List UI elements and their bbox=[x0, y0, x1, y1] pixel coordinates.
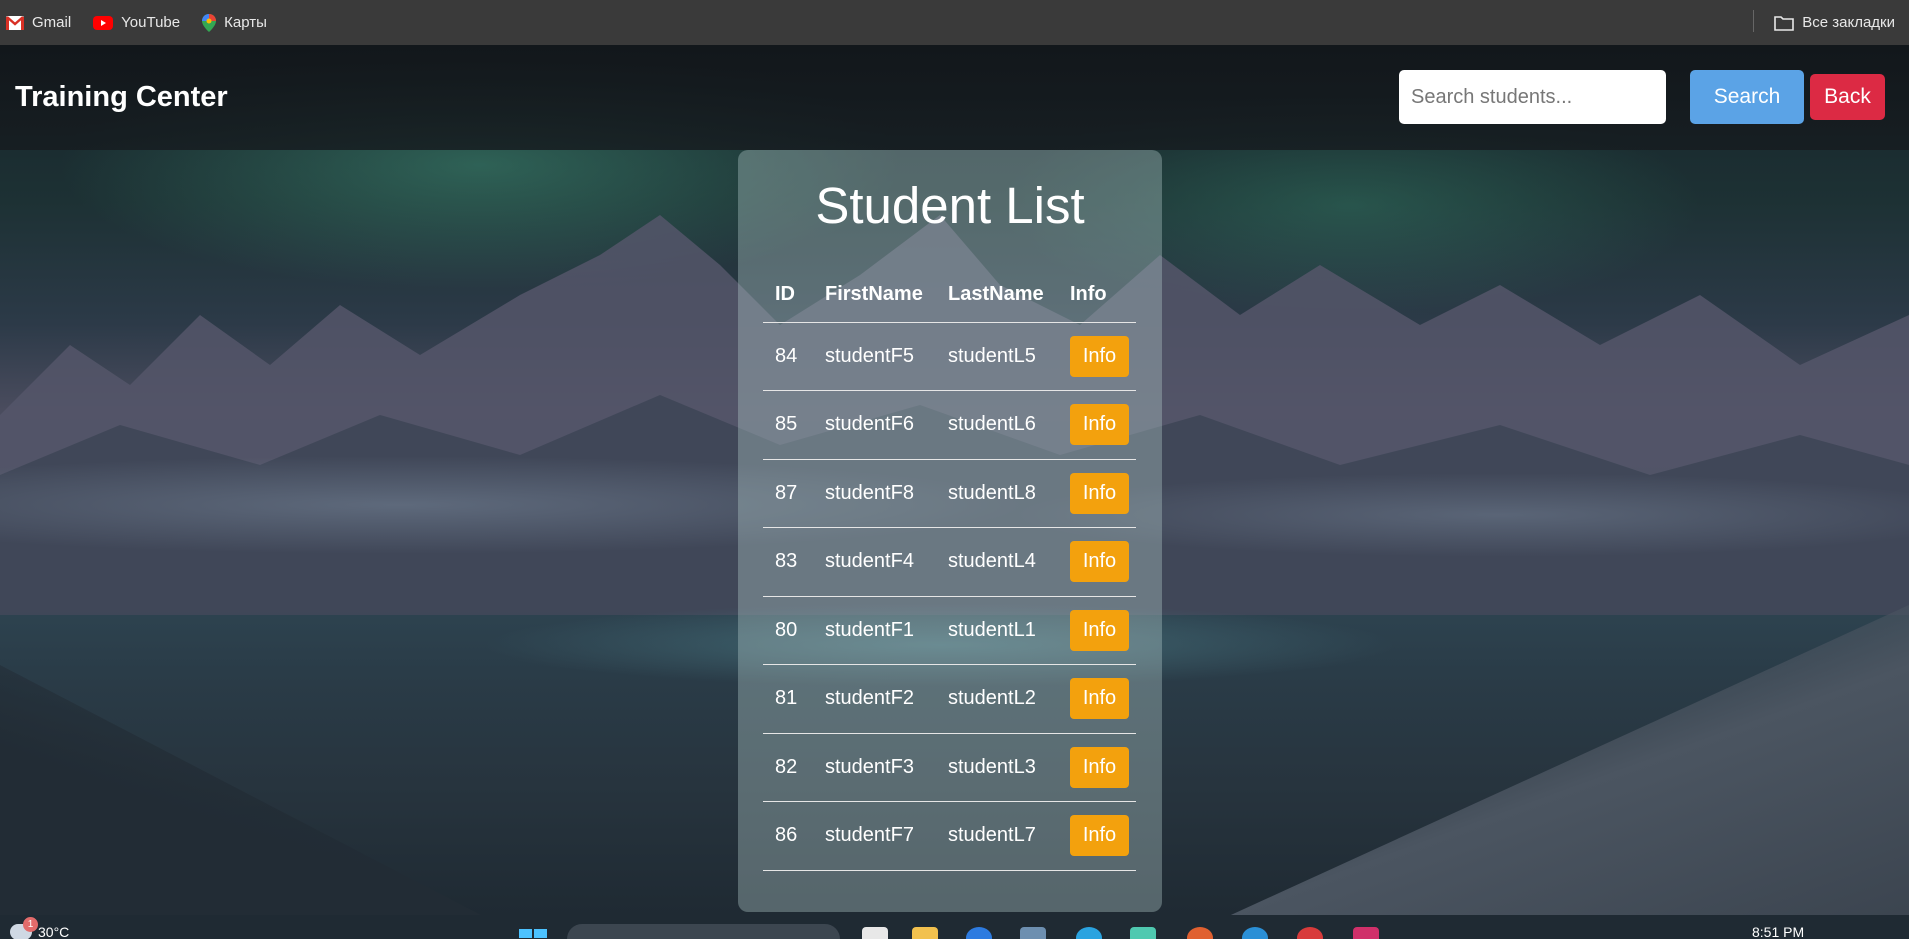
info-button[interactable]: Info bbox=[1070, 746, 1129, 788]
info-button[interactable]: Info bbox=[1070, 472, 1129, 514]
cell-firstname: studentF5 bbox=[813, 322, 936, 391]
cell-firstname: studentF4 bbox=[813, 527, 936, 597]
browser-icon[interactable] bbox=[966, 927, 992, 939]
bookmark-label: YouTube bbox=[121, 14, 181, 31]
all-bookmarks[interactable]: Все закладки bbox=[1774, 0, 1895, 45]
page-title: Student List bbox=[815, 177, 1085, 234]
student-list-card: Student List ID FirstName LastName Info … bbox=[738, 150, 1162, 912]
cell-lastname: studentL7 bbox=[936, 801, 1058, 871]
chrome-icon[interactable] bbox=[1242, 927, 1268, 939]
cloud-icon: 1 bbox=[10, 917, 38, 939]
info-button[interactable]: Info bbox=[1070, 815, 1129, 857]
cell-lastname: studentL6 bbox=[936, 390, 1058, 460]
file-icon[interactable] bbox=[862, 927, 888, 939]
ide-icon[interactable] bbox=[1353, 927, 1379, 939]
telegram-icon[interactable] bbox=[1076, 927, 1102, 939]
table-row: 80 studentF1 studentL1 Info bbox=[763, 596, 1136, 665]
app-icon[interactable] bbox=[1187, 927, 1213, 939]
weather-widget[interactable]: 1 30°C bbox=[10, 917, 70, 939]
bookmark-label: Карты bbox=[224, 14, 267, 31]
cell-info: Info bbox=[1058, 322, 1136, 391]
table-row: 83 studentF4 studentL4 Info bbox=[763, 527, 1136, 597]
cell-info: Info bbox=[1058, 733, 1136, 802]
taskbar: 1 30°C 8:51 PM bbox=[0, 915, 1909, 939]
student-table: ID FirstName LastName Info 84 studentF5 … bbox=[763, 268, 1136, 871]
table-row: 82 studentF3 studentL3 Info bbox=[763, 733, 1136, 802]
cell-info: Info bbox=[1058, 664, 1136, 734]
bookmarks-bar: Gmail YouTube Карты Все закладки bbox=[0, 0, 1909, 45]
brand-title: Training Center bbox=[15, 81, 228, 113]
column-header-lastname: LastName bbox=[936, 268, 1058, 323]
folder-icon bbox=[1774, 15, 1795, 31]
cell-lastname: studentL1 bbox=[936, 596, 1058, 665]
info-button[interactable]: Info bbox=[1070, 404, 1129, 446]
cell-id: 85 bbox=[763, 390, 813, 460]
taskbar-search[interactable] bbox=[567, 924, 840, 939]
cell-id: 80 bbox=[763, 596, 813, 665]
taskbar-clock[interactable]: 8:51 PM bbox=[1752, 924, 1804, 939]
cell-info: Info bbox=[1058, 390, 1136, 460]
info-button[interactable]: Info bbox=[1070, 335, 1129, 377]
cell-firstname: studentF2 bbox=[813, 664, 936, 734]
table-row: 87 studentF8 studentL8 Info bbox=[763, 459, 1136, 528]
table-header-row: ID FirstName LastName Info bbox=[763, 268, 1136, 323]
table-row: 86 studentF7 studentL7 Info bbox=[763, 801, 1136, 871]
cell-id: 86 bbox=[763, 801, 813, 871]
cell-id: 83 bbox=[763, 527, 813, 597]
cell-id: 82 bbox=[763, 733, 813, 802]
youtube-icon bbox=[93, 15, 114, 30]
all-bookmarks-label: Все закладки bbox=[1802, 14, 1895, 31]
table-row: 81 studentF2 studentL2 Info bbox=[763, 664, 1136, 734]
weather-temp: 30°C bbox=[38, 924, 70, 939]
gmail-icon bbox=[6, 15, 24, 30]
cell-lastname: studentL5 bbox=[936, 322, 1058, 391]
cell-lastname: studentL8 bbox=[936, 459, 1058, 528]
cell-lastname: studentL4 bbox=[936, 527, 1058, 597]
column-header-firstname: FirstName bbox=[813, 268, 936, 323]
cell-lastname: studentL2 bbox=[936, 664, 1058, 734]
cell-firstname: studentF1 bbox=[813, 596, 936, 665]
search-input[interactable] bbox=[1399, 70, 1666, 124]
info-button[interactable]: Info bbox=[1070, 609, 1129, 651]
bookmark-gmail[interactable]: Gmail bbox=[6, 14, 71, 31]
back-button[interactable]: Back bbox=[1810, 74, 1885, 120]
cell-lastname: studentL3 bbox=[936, 733, 1058, 802]
cell-firstname: studentF7 bbox=[813, 801, 936, 871]
table-row: 84 studentF5 studentL5 Info bbox=[763, 322, 1136, 391]
cell-id: 81 bbox=[763, 664, 813, 734]
cell-info: Info bbox=[1058, 527, 1136, 597]
app-header: Training Center Search Back bbox=[0, 45, 1909, 150]
bookmark-youtube[interactable]: YouTube bbox=[93, 14, 180, 31]
bookmark-maps[interactable]: Карты bbox=[202, 13, 267, 32]
cell-info: Info bbox=[1058, 459, 1136, 528]
cell-firstname: studentF6 bbox=[813, 390, 936, 460]
column-header-info: Info bbox=[1058, 268, 1136, 323]
bookmark-label: Gmail bbox=[32, 14, 72, 31]
windows-start-icon[interactable] bbox=[519, 929, 549, 939]
bookmarks-divider bbox=[1753, 10, 1754, 32]
chrome-profile-icon[interactable] bbox=[1297, 927, 1323, 939]
cell-info: Info bbox=[1058, 801, 1136, 871]
maps-icon bbox=[202, 13, 217, 32]
cell-firstname: studentF3 bbox=[813, 733, 936, 802]
column-header-id: ID bbox=[763, 268, 813, 323]
notification-badge: 1 bbox=[23, 917, 38, 932]
cell-info: Info bbox=[1058, 596, 1136, 665]
database-icon[interactable] bbox=[1020, 927, 1046, 939]
search-button[interactable]: Search bbox=[1690, 70, 1804, 124]
info-button[interactable]: Info bbox=[1070, 541, 1129, 583]
cell-id: 87 bbox=[763, 459, 813, 528]
keyboard-icon[interactable] bbox=[1130, 927, 1156, 939]
info-button[interactable]: Info bbox=[1070, 678, 1129, 720]
cell-firstname: studentF8 bbox=[813, 459, 936, 528]
table-row: 85 studentF6 studentL6 Info bbox=[763, 390, 1136, 460]
folder-icon[interactable] bbox=[912, 927, 938, 939]
cell-id: 84 bbox=[763, 322, 813, 391]
